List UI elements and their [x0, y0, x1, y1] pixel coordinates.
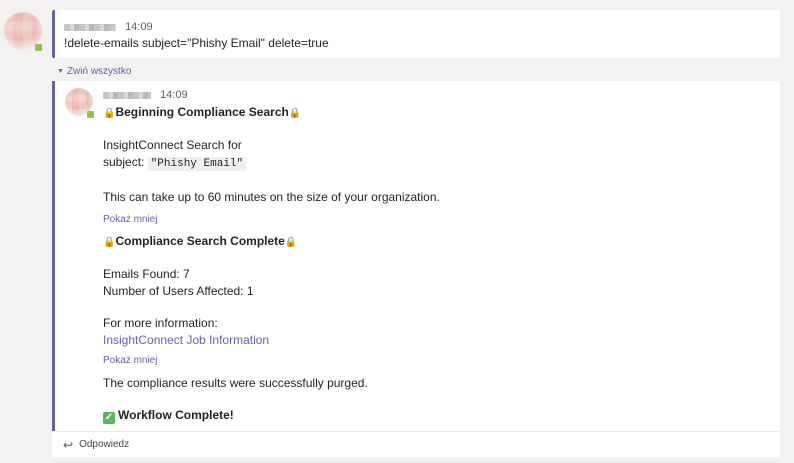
subject-value: "Phishy Email" — [147, 157, 247, 171]
reply-avatar[interactable] — [65, 88, 94, 118]
subject-line: subject: "Phishy Email" — [103, 154, 760, 173]
presence-status-icon — [35, 44, 42, 51]
lock-icon: 🔒 — [103, 237, 116, 248]
collapse-triangle-icon: ▼ — [57, 68, 64, 75]
reply-author-name[interactable] — [103, 91, 151, 99]
show-less-button-2[interactable]: Pokaż mniej — [103, 355, 760, 366]
reply-button[interactable]: ↩ Odpowiedz — [52, 431, 780, 457]
root-message: 14:09 !delete-emails subject="Phishy Ema… — [52, 10, 780, 58]
workflow-complete: ✓ Workflow Complete! — [103, 407, 760, 424]
check-icon: ✓ — [103, 412, 115, 424]
more-info-label: For more information: — [103, 316, 218, 330]
search-for-text: InsightConnect Search for — [103, 138, 242, 152]
duration-note: This can take up to 60 minutes on the si… — [103, 190, 440, 204]
beginning-search-title: Beginning Compliance Search — [115, 105, 289, 119]
avatar[interactable] — [4, 12, 42, 51]
purged-message: The compliance results were successfully… — [103, 376, 368, 390]
lock-icon: 🔒 — [288, 108, 302, 119]
reply-presence-icon — [87, 111, 94, 118]
reply-meta: 14:09 — [103, 89, 760, 103]
workflow-complete-label: Workflow Complete! — [118, 408, 234, 422]
job-information-link[interactable]: InsightConnect Job Information — [103, 332, 760, 349]
users-affected: Number of Users Affected: 1 — [103, 284, 254, 298]
reply-time: 14:09 — [160, 89, 188, 101]
reply-arrow-icon: ↩ — [63, 437, 74, 452]
collapse-all-label: Zwiń wszystko — [66, 66, 132, 77]
lock-icon: 🔒 — [284, 237, 298, 248]
message-meta: 14:09 — [64, 21, 153, 33]
subject-label: subject: — [103, 155, 145, 169]
author-name[interactable] — [64, 23, 116, 31]
beginning-search-heading: 🔒Beginning Compliance Search🔒 — [103, 104, 760, 122]
search-complete-title: Compliance Search Complete — [115, 234, 285, 248]
reply-label: Odpowiedz — [79, 439, 130, 450]
collapse-all-button[interactable]: ▼ Zwiń wszystko — [57, 66, 131, 77]
show-less-button[interactable]: Pokaż mniej — [103, 214, 760, 225]
emails-found: Emails Found: 7 — [103, 267, 190, 281]
message-text: !delete-emails subject="Phishy Email" de… — [64, 36, 329, 50]
lock-icon: 🔒 — [103, 108, 116, 119]
reply-message: 14:09 🔒Beginning Compliance Search🔒 Insi… — [52, 81, 780, 431]
message-time: 14:09 — [125, 21, 153, 33]
reply-body: 14:09 🔒Beginning Compliance Search🔒 Insi… — [103, 89, 760, 424]
search-complete-heading: 🔒Compliance Search Complete🔒 — [103, 233, 760, 251]
